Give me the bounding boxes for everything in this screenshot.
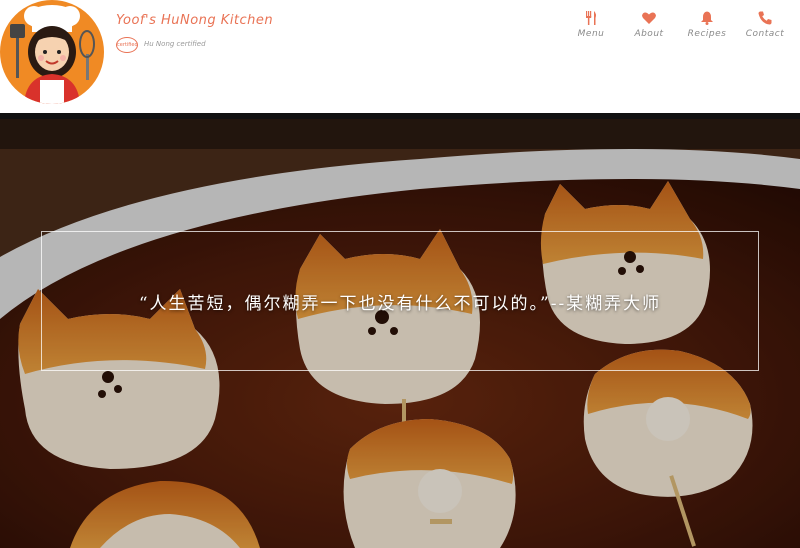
site-title[interactable]: Yoof's HuNong Kitchen — [116, 13, 273, 28]
heart-icon — [642, 12, 656, 24]
site-header: Yoof's HuNong Kitchen certified Hu Nong … — [0, 0, 800, 113]
bell-icon — [701, 11, 713, 25]
nav-label: Recipes — [687, 29, 727, 39]
nav-item-contact[interactable]: Contact — [738, 10, 792, 39]
utensils-icon — [586, 11, 596, 25]
certified-stamp-icon: certified — [116, 37, 138, 53]
hero-quote: “人生苦短，偶尔糊弄一下也没有什么不可以的。”--某糊弄大师 — [138, 293, 662, 314]
hero-banner: “人生苦短，偶尔糊弄一下也没有什么不可以的。”--某糊弄大师 — [0, 119, 800, 548]
nav-label: About — [634, 29, 664, 39]
nav-item-recipes[interactable]: Recipes — [680, 10, 734, 39]
chef-logo[interactable] — [0, 0, 104, 104]
nav-label: Menu — [577, 29, 605, 39]
nav-label: Contact — [745, 29, 785, 39]
main-nav: Menu About Recipes Contact — [560, 10, 792, 39]
certification-text: Hu Nong certified — [144, 40, 206, 48]
quote-box: “人生苦短，偶尔糊弄一下也没有什么不可以的。”--某糊弄大师 — [41, 231, 759, 371]
nav-item-about[interactable]: About — [622, 10, 676, 39]
phone-icon — [758, 11, 772, 25]
nav-item-menu[interactable]: Menu — [564, 10, 618, 39]
